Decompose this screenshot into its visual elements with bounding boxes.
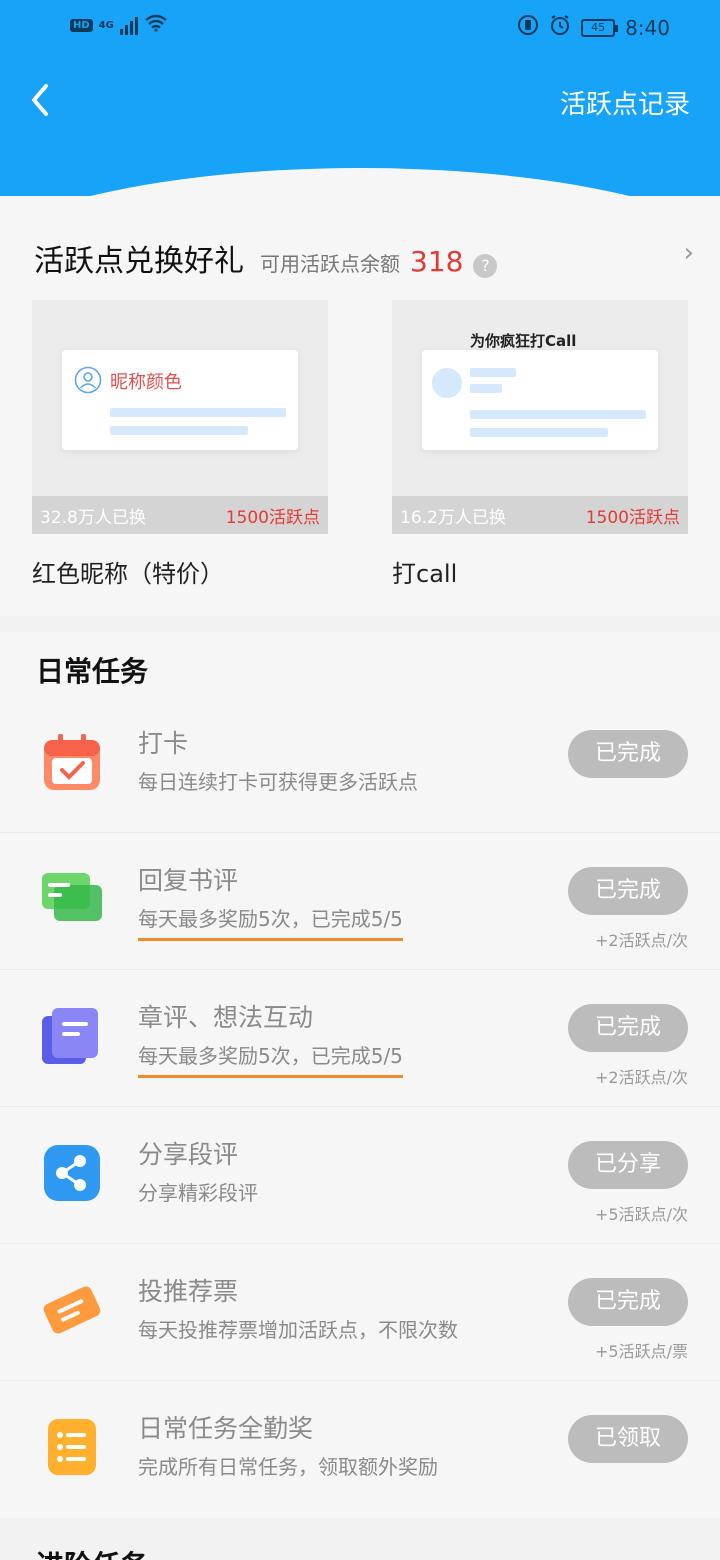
prize-name: 红色昵称（特价） (32, 560, 224, 588)
prize-image: 为你疯狂打Call 16.2万人已换 1500活跃点 (392, 300, 688, 534)
ticket-icon (42, 1280, 102, 1340)
exchange-title: 活跃点兑换好礼 (34, 244, 244, 279)
placeholder-line (110, 408, 286, 417)
list-icon (42, 1417, 102, 1477)
exchange-section: 活跃点兑换好礼 可用活跃点余额 318 ? › 昵称颜色 32.8万人已换 15… (0, 196, 720, 616)
task-row: 日常任务全勤奖 完成所有日常任务，领取额外奖励 已领取 (0, 1381, 720, 1518)
daily-tasks-section: 日常任务 打卡 每日连续打卡可获得更多活跃点 已完成 回复书评 每天最多奖励5次… (0, 632, 720, 1518)
prize-preview-card (422, 350, 658, 450)
task-name: 分享段评 (138, 1140, 239, 1169)
calendar-icon (42, 732, 102, 792)
task-desc: 每天最多奖励5次，已完成5/5 (138, 903, 403, 941)
battery-icon: 45 (581, 18, 619, 37)
prize-name: 打call (392, 560, 458, 588)
share-icon (42, 1143, 102, 1203)
task-reward: +5活跃点/次 (595, 1205, 688, 1224)
task-name: 日常任务全勤奖 (138, 1414, 314, 1443)
chevron-left-icon (32, 84, 48, 116)
balance-label: 可用活跃点余额 (260, 252, 400, 276)
prize-preview-card: 昵称颜色 (62, 350, 298, 450)
task-desc: 每天最多奖励5次，已完成5/5 (138, 1040, 403, 1078)
task-reward: +2活跃点/次 (595, 931, 688, 950)
prize-footer: 16.2万人已换 1500活跃点 (392, 496, 688, 534)
back-button[interactable] (28, 80, 68, 124)
placeholder-line (470, 428, 608, 437)
placeholder-line (470, 384, 502, 393)
hd-badge: HD (70, 19, 93, 32)
activity-record-link[interactable]: 活跃点记录 (560, 84, 690, 121)
prize-card-red-nickname[interactable]: 昵称颜色 32.8万人已换 1500活跃点 红色昵称（特价） (32, 300, 328, 589)
task-desc: 每日连续打卡可获得更多活跃点 (138, 770, 418, 794)
daily-tasks-title: 日常任务 (36, 655, 149, 688)
header: HD 4G 45 8:40 活跃点记录 (0, 0, 720, 200)
task-row: 投推荐票 每天投推荐票增加活跃点，不限次数 已完成 +5活跃点/票 (0, 1244, 720, 1381)
task-name: 回复书评 (138, 866, 239, 895)
task-done-button[interactable]: 已完成 (568, 867, 688, 915)
task-row: 章评、想法互动 每天最多奖励5次，已完成5/5 已完成 +2活跃点/次 (0, 970, 720, 1107)
task-reward: +2活跃点/次 (595, 1068, 688, 1087)
task-row: 分享段评 分享精彩段评 已分享 +5活跃点/次 (0, 1107, 720, 1244)
signal-icon (119, 16, 138, 35)
clock-time: 8:40 (625, 15, 670, 40)
prize-image: 昵称颜色 32.8万人已换 1500活跃点 (32, 300, 328, 534)
task-desc: 每天投推荐票增加活跃点，不限次数 (138, 1318, 458, 1342)
balance-value: 318 (410, 245, 464, 278)
task-name: 投推荐票 (138, 1277, 239, 1306)
avatar (432, 368, 462, 398)
task-name: 章评、想法互动 (138, 1003, 314, 1032)
status-bar: HD 4G 45 8:40 (0, 0, 720, 56)
notes-icon (42, 1006, 102, 1066)
task-done-button[interactable]: 已完成 (568, 1004, 688, 1052)
task-desc: 完成所有日常任务，领取额外奖励 (138, 1455, 438, 1479)
placeholder-line (470, 368, 516, 377)
prize-footer: 32.8万人已换 1500活跃点 (32, 496, 328, 534)
alarm-icon (549, 14, 571, 41)
advanced-tasks-title: 进阶任务 (36, 1544, 148, 1560)
prize-card-call[interactable]: 为你疯狂打Call 16.2万人已换 1500活跃点 打call (392, 300, 688, 589)
preview-text: 昵称颜色 (110, 372, 182, 393)
task-name: 打卡 (138, 729, 189, 758)
task-done-button[interactable]: 已完成 (568, 730, 688, 778)
network-label: 4G (98, 20, 114, 31)
chat-icon (42, 869, 102, 929)
user-icon (74, 366, 102, 398)
task-claimed-button[interactable]: 已领取 (568, 1415, 688, 1463)
wifi-icon (144, 14, 168, 37)
task-row: 打卡 每日连续打卡可获得更多活跃点 已完成 (0, 696, 720, 833)
prize-cost: 1500活跃点 (225, 507, 320, 528)
placeholder-line (470, 410, 646, 419)
help-icon[interactable]: ? (473, 254, 498, 278)
vibrate-icon (517, 14, 539, 41)
task-shared-button[interactable]: 已分享 (568, 1141, 688, 1189)
preview-text: 为你疯狂打Call (470, 332, 577, 350)
task-desc: 分享精彩段评 (138, 1181, 258, 1205)
placeholder-line (110, 426, 248, 435)
exchange-header[interactable]: 活跃点兑换好礼 可用活跃点余额 318 ? › (34, 236, 694, 280)
chevron-right-icon[interactable]: › (684, 238, 694, 268)
prize-cost: 1500活跃点 (585, 507, 680, 528)
task-row: 回复书评 每天最多奖励5次，已完成5/5 已完成 +2活跃点/次 (0, 833, 720, 970)
task-reward: +5活跃点/票 (595, 1342, 688, 1361)
exchange-count: 32.8万人已换 (40, 507, 146, 528)
exchange-count: 16.2万人已换 (400, 507, 506, 528)
task-done-button[interactable]: 已完成 (568, 1278, 688, 1326)
